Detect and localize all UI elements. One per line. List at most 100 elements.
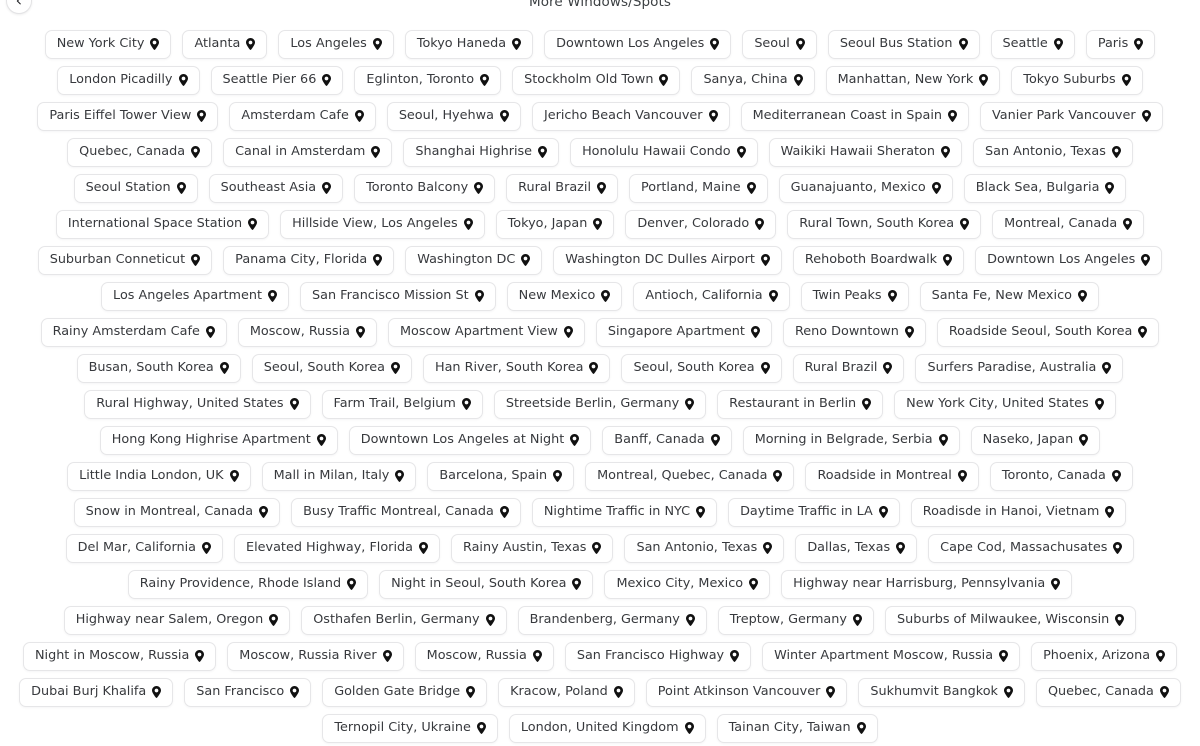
spot-pill[interactable]: Winter Apartment Moscow, Russia — [762, 641, 1021, 671]
spot-pill[interactable]: Sanya, China — [691, 65, 815, 95]
spot-pill[interactable]: Nightime Traffic in NYC — [531, 497, 718, 527]
spot-pill[interactable]: Moscow, Russia — [237, 317, 377, 347]
spot-pill[interactable]: Stockholm Old Town — [512, 65, 681, 95]
spot-pill[interactable]: London Picadilly — [57, 65, 200, 95]
spot-pill[interactable]: Downtown Los Angeles at Night — [348, 425, 592, 455]
spot-pill[interactable]: Seoul, Hyehwa — [386, 101, 521, 131]
spot-pill[interactable]: Waikiki Hawaii Sheraton — [768, 137, 962, 167]
spot-pill[interactable]: Hong Kong Highrise Apartment — [99, 425, 338, 455]
spot-pill[interactable]: Moscow, Russia River — [227, 641, 404, 671]
spot-pill[interactable]: Roadside in Montreal — [805, 461, 979, 491]
spot-pill[interactable]: Busan, South Korea — [76, 353, 241, 383]
spot-pill[interactable]: Jericho Beach Vancouver — [531, 101, 730, 131]
spot-pill[interactable]: Tainan City, Taiwan — [716, 713, 878, 743]
spot-pill[interactable]: Surfers Paradise, Australia — [915, 353, 1124, 383]
spot-pill[interactable]: Moscow, Russia — [414, 641, 554, 671]
spot-pill[interactable]: Seattle — [990, 29, 1075, 59]
spot-pill[interactable]: San Francisco Highway — [564, 641, 752, 671]
spot-pill[interactable]: Roadside Seoul, South Korea — [936, 317, 1160, 347]
spot-pill[interactable]: Rainy Providence, Rhode Island — [127, 569, 369, 599]
spot-pill[interactable]: Rehoboth Boardwalk — [792, 245, 965, 275]
spot-pill[interactable]: Seoul — [742, 29, 817, 59]
spot-pill[interactable]: Montreal, Quebec, Canada — [585, 461, 795, 491]
spot-pill[interactable]: Phoenix, Arizona — [1031, 641, 1178, 671]
spot-pill[interactable]: Naseko, Japan — [970, 425, 1101, 455]
spot-pill[interactable]: Daytime Traffic in LA — [728, 497, 900, 527]
spot-pill[interactable]: Del Mar, California — [65, 533, 223, 563]
spot-pill[interactable]: Highway near Salem, Oregon — [63, 605, 291, 635]
spot-pill[interactable]: Paris Eiffel Tower View — [37, 101, 219, 131]
spot-pill[interactable]: Seattle Pier 66 — [210, 65, 344, 95]
spot-pill[interactable]: Suburbs of Milwaukee, Wisconsin — [884, 605, 1137, 635]
spot-pill[interactable]: Quebec, Canada — [1035, 677, 1181, 707]
spot-pill[interactable]: Rainy Amsterdam Cafe — [40, 317, 227, 347]
spot-pill[interactable]: Highway near Harrisburg, Pennsylvania — [781, 569, 1073, 599]
spot-pill[interactable]: Canal in Amsterdam — [223, 137, 393, 167]
spot-pill[interactable]: Manhattan, New York — [825, 65, 1001, 95]
spot-pill[interactable]: Seoul, South Korea — [621, 353, 782, 383]
spot-pill[interactable]: Washington DC Dulles Airport — [553, 245, 782, 275]
spot-pill[interactable]: Reno Downtown — [782, 317, 926, 347]
spot-pill[interactable]: Night in Seoul, South Korea — [379, 569, 594, 599]
spot-pill[interactable]: San Antonio, Texas — [973, 137, 1133, 167]
spot-pill[interactable]: Night in Moscow, Russia — [22, 641, 217, 671]
spot-pill[interactable]: Guanajuanto, Mexico — [778, 173, 953, 203]
spot-pill[interactable]: Twin Peaks — [800, 281, 909, 311]
spot-pill[interactable]: Downtown Los Angeles — [544, 29, 732, 59]
spot-pill[interactable]: Atlanta — [182, 29, 268, 59]
spot-pill[interactable]: Cape Cod, Massachusates — [928, 533, 1135, 563]
spot-pill[interactable]: Shanghai Highrise — [403, 137, 560, 167]
spot-pill[interactable]: San Francisco — [184, 677, 312, 707]
spot-pill[interactable]: Ternopil City, Ukraine — [322, 713, 498, 743]
spot-pill[interactable]: Rural Highway, United States — [84, 389, 311, 419]
spot-pill[interactable]: Little India London, UK — [67, 461, 251, 491]
spot-pill[interactable]: Dallas, Texas — [795, 533, 918, 563]
spot-pill[interactable]: Banff, Canada — [602, 425, 732, 455]
spot-pill[interactable]: Toronto Balcony — [354, 173, 496, 203]
spot-pill[interactable]: Suburban Conneticut — [37, 245, 213, 275]
spot-pill[interactable]: International Space Station — [55, 209, 270, 239]
spot-pill[interactable]: Southeast Asia — [208, 173, 344, 203]
spot-pill[interactable]: Roadisde in Hanoi, Vietnam — [910, 497, 1127, 527]
spot-pill[interactable]: Morning in Belgrade, Serbia — [742, 425, 960, 455]
spot-pill[interactable]: Los Angeles Apartment — [101, 281, 290, 311]
spot-pill[interactable]: Antioch, California — [633, 281, 790, 311]
spot-pill[interactable]: Singapore Apartment — [595, 317, 772, 347]
spot-pill[interactable]: Golden Gate Bridge — [322, 677, 488, 707]
spot-pill[interactable]: Brandenberg, Germany — [517, 605, 707, 635]
spot-pill[interactable]: Treptow, Germany — [717, 605, 874, 635]
spot-pill[interactable]: Tokyo, Japan — [495, 209, 615, 239]
spot-pill[interactable]: Quebec, Canada — [67, 137, 213, 167]
spot-pill[interactable]: New York City — [44, 29, 172, 59]
spot-pill[interactable]: Paris — [1085, 29, 1156, 59]
spot-pill[interactable]: Barcelona, Spain — [427, 461, 575, 491]
spot-pill[interactable]: Elevated Highway, Florida — [234, 533, 440, 563]
spot-pill[interactable]: Streetside Berlin, Germany — [493, 389, 707, 419]
spot-pill[interactable]: Toronto, Canada — [989, 461, 1133, 491]
spot-pill[interactable]: Snow in Montreal, Canada — [73, 497, 281, 527]
spot-pill[interactable]: Hillside View, Los Angeles — [280, 209, 485, 239]
spot-pill[interactable]: Sukhumvit Bangkok — [858, 677, 1025, 707]
spot-pill[interactable]: Point Atkinson Vancouver — [645, 677, 848, 707]
spot-pill[interactable]: Honolulu Hawaii Condo — [570, 137, 758, 167]
spot-pill[interactable]: Dubai Burj Khalifa — [19, 677, 174, 707]
spot-pill[interactable]: Denver, Colorado — [625, 209, 777, 239]
spot-pill[interactable]: Vanier Park Vancouver — [980, 101, 1163, 131]
spot-pill[interactable]: Mall in Milan, Italy — [261, 461, 417, 491]
spot-pill[interactable]: New Mexico — [506, 281, 623, 311]
spot-pill[interactable]: Han River, South Korea — [422, 353, 611, 383]
spot-pill[interactable]: Rural Town, South Korea — [787, 209, 982, 239]
spot-pill[interactable]: Panama City, Florida — [223, 245, 395, 275]
spot-pill[interactable]: Portland, Maine — [629, 173, 768, 203]
spot-pill[interactable]: Rural Brazil — [506, 173, 619, 203]
spot-pill[interactable]: San Antonio, Texas — [624, 533, 785, 563]
spot-pill[interactable]: Santa Fe, New Mexico — [919, 281, 1099, 311]
spot-pill[interactable]: Mexico City, Mexico — [604, 569, 771, 599]
spot-pill[interactable]: Rainy Austin, Texas — [450, 533, 614, 563]
spot-pill[interactable]: Rural Brazil — [792, 353, 905, 383]
spot-pill[interactable]: Kracow, Poland — [498, 677, 635, 707]
spot-pill[interactable]: Amsterdam Cafe — [229, 101, 376, 131]
spot-pill[interactable]: Seoul Bus Station — [827, 29, 980, 59]
spot-pill[interactable]: Black Sea, Bulgaria — [963, 173, 1127, 203]
spot-pill[interactable]: Mediterranean Coast in Spain — [740, 101, 970, 131]
